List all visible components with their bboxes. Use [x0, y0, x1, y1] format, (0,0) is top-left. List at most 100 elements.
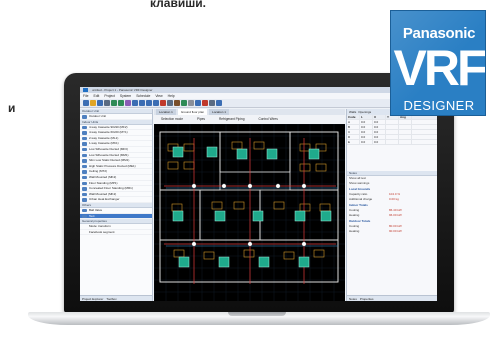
indoor-unit-marker: [308, 148, 320, 160]
outdoor-unit-icon: [82, 115, 87, 119]
pipe-junction-node: [247, 183, 253, 189]
indoor-unit-icon: [82, 136, 87, 141]
note-show-warnings[interactable]: Show warnings: [347, 181, 437, 186]
measure-icon[interactable]: [202, 100, 208, 106]
indoor-unit-marker: [178, 256, 190, 268]
indoor-unit-marker: [172, 210, 184, 222]
indoor-unit-marker: [206, 146, 218, 158]
indoor-unit-marker: [298, 256, 310, 268]
cut-icon[interactable]: [125, 100, 131, 106]
indoor-unit-icon: [82, 164, 87, 169]
indoor-unit-icon: [82, 198, 87, 202]
pipe-junction-node: [191, 183, 197, 189]
walls-grid-body: A 0.0 0.0 B 0.0 0.0 C 0.0 0.0 D 0.0 0.0 E 0.0 0.0: [347, 120, 437, 145]
general-item-segment[interactable]: Facebook segment: [80, 230, 152, 236]
indoor-unit-marker: [214, 210, 226, 222]
new-icon[interactable]: [83, 100, 89, 106]
indoor-unit-marker: [258, 256, 270, 268]
zoom-in-icon[interactable]: [146, 100, 152, 106]
wall-outline: [219, 131, 291, 173]
redo-icon[interactable]: [118, 100, 124, 106]
indoor-unit-icon: [82, 192, 87, 197]
laptop-opening-notch: [228, 312, 286, 316]
valve-icon: [82, 208, 87, 213]
cad-floor-plan-canvas[interactable]: [154, 124, 345, 301]
desk-outline: [183, 161, 195, 170]
indoor-unit-icon: [82, 131, 87, 135]
desk-outline: [299, 163, 311, 172]
outdoor-heating-row: Heating 90.00 kW: [349, 229, 402, 233]
tab-toolbox[interactable]: Toolbox: [106, 296, 116, 301]
indoor-unit-marker: [266, 148, 278, 160]
grid-icon[interactable]: [188, 100, 194, 106]
charge-row: Additional charge 0.00 kg: [349, 197, 399, 201]
layer-icon[interactable]: [195, 100, 201, 106]
desk-outline: [299, 203, 311, 212]
desk-outline: [171, 203, 183, 212]
desk-outline: [183, 143, 195, 152]
select-icon[interactable]: [160, 100, 166, 106]
properties-bottom-tabs: Notes Properties: [347, 295, 437, 301]
wall-outline: [289, 131, 339, 191]
caption-top-text: клавиши.: [150, 0, 206, 10]
indoor-unit-icon: [82, 125, 87, 130]
sidebar-item-text[interactable]: Text: [80, 213, 152, 220]
caption-left-text: и: [8, 101, 16, 115]
indoor-unit-icon: [82, 170, 87, 174]
wall-outline: [199, 189, 261, 241]
product-badge: Panasonic VRF DESIGNER: [390, 10, 486, 116]
indoor-unit-icon: [82, 181, 87, 186]
desk-outline: [315, 163, 327, 172]
properties-panel: Walls Openings Code L X Y Ang A 0.0 0.0 B 0.…: [346, 109, 437, 301]
indoor-unit-marker: [236, 148, 248, 160]
app-screen: untitled - Project 1 - Panasonic VRF Des…: [80, 87, 437, 301]
paste-icon[interactable]: [139, 100, 145, 106]
text-icon: [82, 214, 87, 218]
pipe-junction-node: [221, 183, 227, 189]
badge-vrf-text: VRF: [393, 40, 486, 96]
sidebar-bottom-tabs: Project Explorer Toolbox: [80, 295, 152, 301]
desk-outline: [167, 161, 179, 170]
toolbox-sidebar: Outdoor Unit Outdoor Unit Indoor Units 4…: [80, 109, 153, 301]
tab-notes[interactable]: Notes: [349, 296, 357, 301]
sidebar-item-outdoor-unit[interactable]: Outdoor Unit: [80, 114, 152, 120]
desk-outline: [299, 143, 311, 152]
line-icon[interactable]: [167, 100, 173, 106]
sidebar-item-indoor-unit[interactable]: Urban Heat Exchanger: [80, 197, 152, 203]
main-toolbar: [80, 99, 437, 108]
plan-view-options: Selection mode Pipes Refrigerant Piping …: [154, 115, 345, 124]
pipe-junction-node: [301, 241, 307, 247]
badge-designer-text: DESIGNER: [403, 98, 475, 113]
tab-properties[interactable]: Properties: [360, 296, 374, 301]
pipe-junction-node: [301, 183, 307, 189]
indoor-unit-marker: [218, 256, 230, 268]
desk-outline: [203, 251, 215, 260]
indoor-unit-marker: [294, 210, 306, 222]
help-icon[interactable]: [216, 100, 222, 106]
wall-icon[interactable]: [174, 100, 180, 106]
indoor-unit-icon: [82, 187, 87, 191]
indoor-unit-marker: [320, 210, 332, 222]
open-icon[interactable]: [90, 100, 96, 106]
copy-icon[interactable]: [132, 100, 138, 106]
tab-project-explorer[interactable]: Project Explorer: [82, 296, 103, 301]
indoor-unit-marker: [172, 146, 184, 158]
pipe-junction-node: [247, 241, 253, 247]
room-icon[interactable]: [181, 100, 187, 106]
undo-icon[interactable]: [111, 100, 117, 106]
window-title: untitled - Project 1 - Panasonic VRF Des…: [92, 88, 153, 92]
pipe-junction-node: [275, 183, 281, 189]
pipe-junction-node: [191, 241, 197, 247]
option-refrigerant-piping[interactable]: Refrigerant Piping: [219, 115, 245, 124]
indoor-unit-icon: [82, 159, 87, 163]
walls-grid-row[interactable]: E 0.0 0.0: [347, 140, 437, 145]
option-pipes[interactable]: Pipes: [197, 115, 205, 124]
settings-icon[interactable]: [209, 100, 215, 106]
desk-outline: [319, 203, 331, 212]
zoom-out-icon[interactable]: [153, 100, 159, 106]
indoor-unit-icon: [82, 147, 87, 152]
save-icon[interactable]: [97, 100, 103, 106]
print-icon[interactable]: [104, 100, 110, 106]
option-selection-mode[interactable]: Selection mode: [161, 115, 183, 124]
option-control-wires[interactable]: Control Wires: [258, 115, 277, 124]
